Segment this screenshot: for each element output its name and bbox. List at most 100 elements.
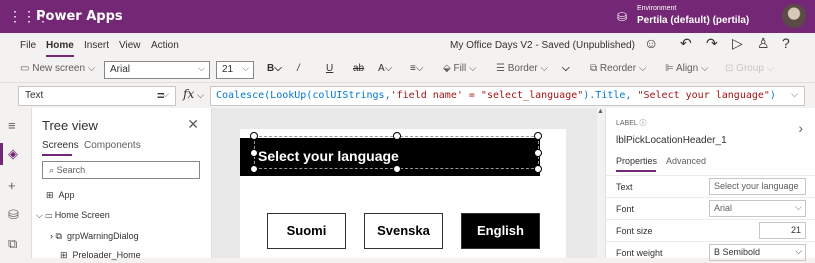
help-icon[interactable]: ⓘ bbox=[640, 120, 647, 127]
tree-item-label: grpWarningDialog bbox=[66, 231, 139, 241]
share-icon[interactable]: ♙ bbox=[757, 35, 770, 52]
waffle-icon[interactable]: ⋮⋮⋮ bbox=[8, 8, 50, 24]
font-size-field[interactable]: 21 bbox=[759, 222, 806, 239]
bold-button[interactable]: B⌵ bbox=[267, 63, 282, 74]
resize-handle[interactable] bbox=[250, 149, 258, 157]
app-checker-icon[interactable]: ☺ bbox=[644, 35, 658, 51]
font-size-value: 21 bbox=[222, 64, 234, 75]
menu-file[interactable]: File bbox=[20, 40, 36, 51]
menu-action[interactable]: Action bbox=[151, 40, 179, 51]
scroll-up-icon[interactable]: ▲ bbox=[597, 108, 604, 115]
fx-icon[interactable]: fx ⌵ bbox=[183, 87, 204, 101]
resize-handle[interactable] bbox=[534, 165, 542, 173]
resize-handle[interactable] bbox=[534, 132, 542, 140]
text-align-button[interactable]: ≡⌵ bbox=[410, 63, 423, 74]
resize-handle[interactable] bbox=[393, 165, 401, 173]
menu-insert[interactable]: Insert bbox=[84, 40, 109, 51]
chevron-down-icon: ⌵ bbox=[795, 246, 802, 256]
formula-string-2: "Select your language" bbox=[637, 90, 770, 101]
search-input[interactable]: ⌕ Search bbox=[42, 161, 200, 179]
tree-view-title: Tree view bbox=[42, 118, 98, 133]
left-rail: ≡ ◈ + ⛁ ⧉ bbox=[0, 108, 32, 258]
tree-item-grpwarningdialog[interactable]: › ⧉ grpWarningDialog bbox=[50, 231, 139, 242]
font-dropdown[interactable]: Arial ⌵ bbox=[104, 61, 210, 79]
save-status: My Office Days V2 - Saved (Unpublished) bbox=[450, 40, 635, 51]
tab-screens[interactable]: Screens bbox=[42, 140, 79, 151]
svenska-button[interactable]: Svenska bbox=[364, 213, 443, 249]
new-screen-label: New screen bbox=[32, 63, 86, 74]
tab-properties[interactable]: Properties bbox=[616, 156, 657, 166]
data-icon[interactable]: ⛁ bbox=[8, 207, 19, 223]
undo-icon[interactable]: ↶ bbox=[680, 35, 692, 52]
menu-view[interactable]: View bbox=[119, 40, 141, 51]
font-weight-value: B Semibold bbox=[714, 247, 761, 257]
hamburger-icon[interactable]: ≡ bbox=[8, 118, 16, 133]
font-select-value: Arial bbox=[714, 203, 733, 213]
close-icon[interactable]: ✕ bbox=[187, 116, 199, 133]
properties-panel: LABEL ⓘ lblPickLocationHeader_1 › Proper… bbox=[605, 108, 815, 261]
chevron-down-icon[interactable]: ⌵ bbox=[791, 89, 798, 100]
tab-underline bbox=[616, 170, 656, 172]
layers-icon[interactable]: ◈ bbox=[8, 146, 18, 162]
help-icon[interactable]: ? bbox=[782, 35, 790, 51]
fill-button[interactable]: ⬙ Fill ⌵ bbox=[443, 63, 477, 74]
control-type-label: LABEL bbox=[616, 120, 638, 127]
canvas-scrollbar[interactable]: ▲ bbox=[597, 108, 605, 258]
formula-input[interactable]: Coalesce(LookUp(colUIStrings,'field name… bbox=[210, 86, 805, 106]
tab-underline bbox=[42, 154, 72, 156]
media-icon[interactable]: ⧉ bbox=[8, 236, 17, 252]
resize-handle[interactable] bbox=[250, 165, 258, 173]
menu-bar: File Home Insert View Action My Office D… bbox=[0, 33, 815, 57]
environment-value[interactable]: Pertila (default) (pertila) bbox=[637, 15, 749, 26]
control-type: LABEL ⓘ bbox=[616, 118, 647, 128]
font-size-dropdown[interactable]: 21 ⌵ bbox=[216, 61, 254, 79]
app-name[interactable]: Power Apps bbox=[36, 9, 123, 24]
redo-icon[interactable]: ↷ bbox=[706, 35, 718, 52]
avatar[interactable] bbox=[782, 4, 806, 28]
formula-part-2: ).Title, bbox=[583, 90, 632, 101]
group-button[interactable]: ⊡ Group ⌵ bbox=[725, 63, 774, 74]
new-screen-button[interactable]: ▭ New screen ⌵ bbox=[20, 63, 95, 74]
formula-part-1: Coalesce(LookUp(colUIStrings, bbox=[216, 90, 391, 101]
font-color-button[interactable]: A⌵ bbox=[378, 63, 392, 74]
chevron-down-icon: ⌵ bbox=[795, 202, 802, 212]
underline-button[interactable]: U bbox=[326, 63, 333, 74]
property-label: Font size bbox=[616, 226, 653, 236]
search-placeholder: Search bbox=[56, 165, 86, 175]
border-button[interactable]: ☰ Border ⌵ bbox=[496, 63, 548, 74]
chevron-down-icon: ⌵ bbox=[242, 63, 249, 73]
resize-handle[interactable] bbox=[393, 132, 401, 140]
tree-view-panel: Tree view ✕ Screens Components ⌕ Search … bbox=[32, 108, 242, 261]
property-dropdown[interactable]: Text ⌵ bbox=[18, 86, 176, 106]
font-weight-select[interactable]: B Semibold ⌵ bbox=[709, 244, 806, 261]
play-icon[interactable]: ▷ bbox=[732, 35, 743, 52]
suomi-button[interactable]: Suomi bbox=[267, 213, 346, 249]
property-row-font: Font Arial ⌵ bbox=[606, 197, 815, 219]
align-label: Align bbox=[675, 63, 699, 74]
formula-string-1: 'field name' = "select_language" bbox=[390, 90, 584, 101]
tree-item-preloader-home[interactable]: ⊞ Preloader_Home bbox=[60, 250, 141, 261]
property-label: Text bbox=[616, 182, 633, 192]
chevron-right-icon[interactable]: › bbox=[798, 120, 803, 136]
chevron-down-icon: ⌵ bbox=[198, 63, 205, 73]
rail-selection-indicator bbox=[0, 143, 3, 165]
more-chevron-icon[interactable]: ⌵ bbox=[562, 63, 570, 74]
border-label: Border bbox=[507, 63, 538, 74]
add-icon[interactable]: + bbox=[8, 178, 16, 193]
canvas-area: Select your language Suomi Svenska Engli… bbox=[212, 108, 597, 258]
italic-button[interactable]: / bbox=[297, 63, 300, 74]
strikethrough-button[interactable]: ab bbox=[353, 63, 364, 74]
resize-handle[interactable] bbox=[534, 149, 542, 157]
tab-components[interactable]: Components bbox=[84, 140, 141, 151]
formula-bar: Text ⌵ = fx ⌵ Coalesce(LookUp(colUIString… bbox=[0, 83, 815, 108]
resize-handle[interactable] bbox=[250, 132, 258, 140]
align-button[interactable]: ⊫ Align ⌵ bbox=[665, 63, 709, 74]
menu-home[interactable]: Home bbox=[46, 40, 74, 51]
english-button[interactable]: English bbox=[461, 213, 540, 249]
text-field[interactable]: Select your language bbox=[709, 178, 806, 195]
tree-item-home-screen[interactable]: ⌵ ▭ Home Screen bbox=[36, 210, 110, 221]
tab-advanced[interactable]: Advanced bbox=[666, 156, 706, 166]
reorder-button[interactable]: ⧉ Reorder ⌵ bbox=[590, 63, 646, 74]
tree-item-app[interactable]: ⊞ App bbox=[46, 190, 75, 201]
font-select[interactable]: Arial ⌵ bbox=[709, 200, 806, 217]
